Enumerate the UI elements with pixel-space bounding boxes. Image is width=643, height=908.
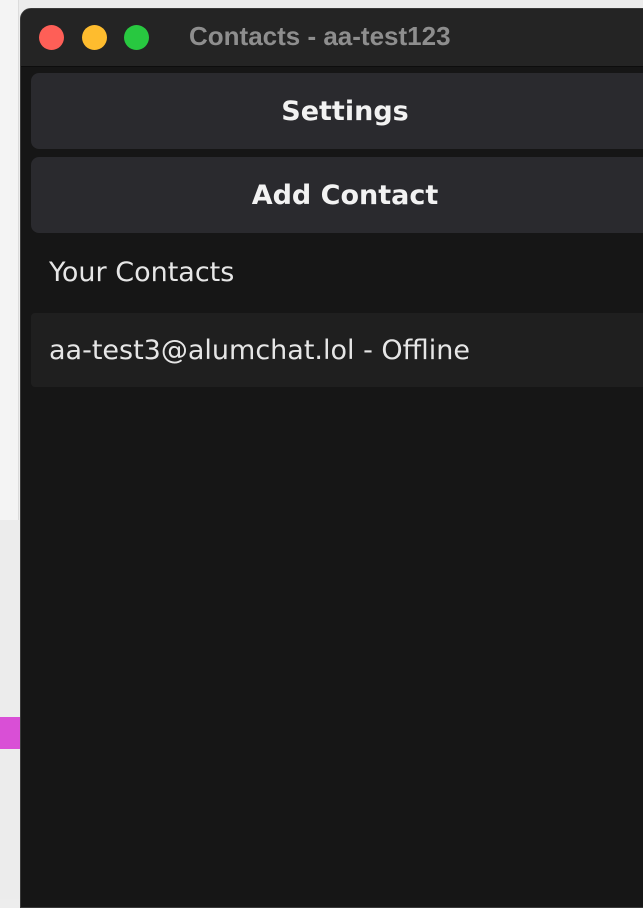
maximize-window-icon[interactable] bbox=[124, 25, 149, 50]
contact-list-item[interactable]: aa-test3@alumchat.lol - Offline bbox=[31, 313, 643, 387]
contacts-panel: Settings Add Contact Your Contacts aa-te… bbox=[31, 73, 643, 387]
minimize-window-icon[interactable] bbox=[82, 25, 107, 50]
window-title: Contacts - aa-test123 bbox=[189, 21, 451, 51]
background-accent-marker bbox=[0, 717, 20, 749]
contact-list: aa-test3@alumchat.lol - Offline bbox=[31, 313, 643, 387]
title-bar[interactable]: Contacts - aa-test123 bbox=[21, 9, 643, 67]
background-window-edge bbox=[0, 0, 19, 520]
settings-button[interactable]: Settings bbox=[31, 73, 643, 149]
contacts-heading: Your Contacts bbox=[49, 257, 235, 288]
contacts-window: Contacts - aa-test123 Settings Add Conta… bbox=[20, 8, 643, 908]
close-window-icon[interactable] bbox=[39, 25, 64, 50]
add-contact-button[interactable]: Add Contact bbox=[31, 157, 643, 233]
